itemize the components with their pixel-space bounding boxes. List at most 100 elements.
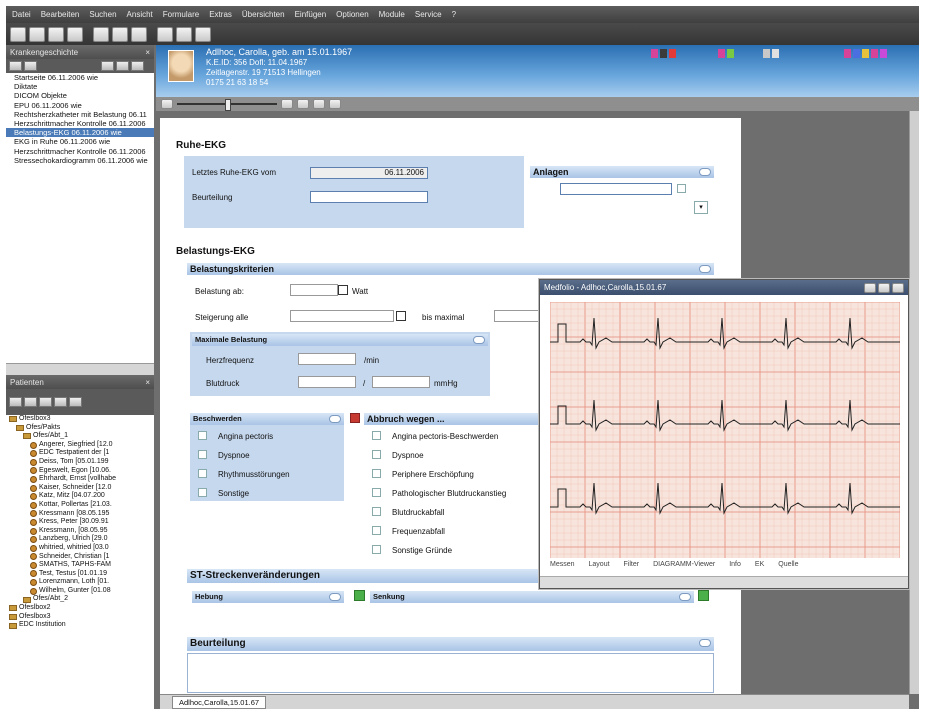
history-item[interactable]: Herzschrittmacher Kontrolle 06.11.2006 <box>6 147 154 156</box>
history-item[interactable]: Rechtsherzkatheter mit Belastung 06.11 <box>6 110 154 119</box>
sort-icon[interactable] <box>116 61 129 71</box>
anlagen-checkbox[interactable] <box>677 184 686 193</box>
new-icon[interactable] <box>10 26 26 42</box>
ecg-toolbar-item[interactable]: DIAGRAMM-Viewer <box>653 561 715 568</box>
zoom-slider[interactable] <box>177 99 277 111</box>
menu-item[interactable]: Übersichten <box>242 10 285 19</box>
maximize-icon[interactable] <box>878 282 890 293</box>
menu-item[interactable]: Ansicht <box>127 10 153 19</box>
tree-node[interactable]: Deiss, Tom [05.01.199 <box>6 458 154 467</box>
beurteilung-textarea[interactable] <box>187 653 714 693</box>
steigerung-field[interactable] <box>290 310 394 322</box>
tree-node[interactable]: Schneider, Christian [1 <box>6 553 154 562</box>
ecg-toolbar-item[interactable]: EK <box>755 561 764 568</box>
tree-node[interactable]: Ofes/Abt_1 <box>6 432 154 441</box>
close-icon[interactable] <box>892 282 904 293</box>
tree-node[interactable]: Kaiser, Schneider [12.0 <box>6 484 154 493</box>
print-preview-icon[interactable] <box>329 99 341 109</box>
belastung-ab-dropdown-icon[interactable] <box>338 285 348 295</box>
color-tag[interactable] <box>772 49 779 58</box>
collapse-icon[interactable] <box>679 593 691 601</box>
tree-node[interactable]: Ofes/Abt_2 <box>6 595 154 604</box>
color-tag[interactable] <box>718 49 725 58</box>
menu-item[interactable]: Formulare <box>163 10 199 19</box>
search-icon[interactable] <box>9 397 22 407</box>
color-tag[interactable] <box>853 49 860 58</box>
tree-node[interactable]: Test, Testus [01.01.19 <box>6 570 154 579</box>
tree-node[interactable]: Ofeslbox3 <box>6 613 154 622</box>
color-tag[interactable] <box>763 49 770 58</box>
delete-icon[interactable] <box>39 397 52 407</box>
anlagen-dropdown-icon[interactable]: ▾ <box>694 201 708 214</box>
forward-icon[interactable] <box>24 61 37 71</box>
document-icon[interactable] <box>176 26 192 42</box>
tree-node[interactable]: whitried, whitried [03.0 <box>6 544 154 553</box>
menu-item[interactable]: Bearbeiten <box>41 10 80 19</box>
beschwerden-checkbox[interactable] <box>198 450 207 459</box>
history-item[interactable]: DICOM Objekte <box>6 91 154 100</box>
menu-item[interactable]: ? <box>452 10 456 19</box>
color-tag[interactable] <box>844 49 851 58</box>
abbruch-checkbox[interactable] <box>372 450 381 459</box>
back-icon[interactable] <box>9 61 22 71</box>
collapse-icon[interactable] <box>329 593 341 601</box>
refresh-icon[interactable] <box>54 397 67 407</box>
beschwerden-checkbox[interactable] <box>198 469 207 478</box>
abbruch-checkbox[interactable] <box>372 431 381 440</box>
blutdruck-systolic-field[interactable] <box>298 376 356 388</box>
abbruch-checkbox[interactable] <box>372 488 381 497</box>
history-item[interactable]: Herzschrittmacher Kontrolle 06.11.2006 <box>6 119 154 128</box>
ecg-toolbar-item[interactable]: Messen <box>550 561 575 568</box>
tree-node[interactable]: Kress, Peter [30.09.91 <box>6 518 154 527</box>
tree-node[interactable]: EDC Testpatient der [1 <box>6 449 154 458</box>
color-tag[interactable] <box>880 49 887 58</box>
beurteilung-field[interactable] <box>310 191 428 203</box>
abbruch-checkbox[interactable] <box>372 469 381 478</box>
collapse-icon[interactable] <box>699 639 711 647</box>
history-item[interactable]: Startseite 06.11.2006 wie <box>6 73 154 82</box>
bis-maximal-field[interactable] <box>494 310 540 322</box>
color-tag[interactable] <box>862 49 869 58</box>
ecg-toolbar-item[interactable]: Info <box>729 561 741 568</box>
collapse-icon[interactable] <box>699 265 711 273</box>
menu-item[interactable]: Datei <box>12 10 31 19</box>
tree-node[interactable]: Katz, Mitz [04.07.200 <box>6 492 154 501</box>
fit-width-icon[interactable] <box>313 99 325 109</box>
tree-node[interactable]: Ofeslbox3 <box>6 415 154 424</box>
belastung-ab-field[interactable] <box>290 284 338 296</box>
color-tag[interactable] <box>651 49 658 58</box>
close-icon[interactable]: × <box>145 48 150 57</box>
save-icon[interactable] <box>48 26 64 42</box>
tree-node[interactable]: Kressmann [08.05.195 <box>6 510 154 519</box>
menu-item[interactable]: Einfügen <box>295 10 327 19</box>
belastungskriterien-bar[interactable]: Belastungskriterien <box>187 263 714 275</box>
history-scrollbar[interactable] <box>6 363 154 375</box>
menu-item[interactable]: Module <box>379 10 405 19</box>
tree-node[interactable]: Egeswelt, Egon [10.06. <box>6 467 154 476</box>
minimize-icon[interactable] <box>864 282 876 293</box>
color-tag[interactable] <box>669 49 676 58</box>
color-tag[interactable] <box>660 49 667 58</box>
menu-item[interactable]: Suchen <box>89 10 116 19</box>
add-icon[interactable] <box>24 397 37 407</box>
zoom-out-icon[interactable] <box>161 99 173 109</box>
beschwerden-bar[interactable]: Beschwerden <box>190 413 344 425</box>
print-icon[interactable] <box>67 26 83 42</box>
ecg-toolbar-item[interactable]: Layout <box>589 561 610 568</box>
history-item[interactable]: EPU 06.11.2006 wie <box>6 101 154 110</box>
blutdruck-diastolic-field[interactable] <box>372 376 430 388</box>
tree-node[interactable]: Ofes/Pakts <box>6 424 154 433</box>
tree-node[interactable]: Kottar, Pollertas [21.03. <box>6 501 154 510</box>
document-scrollbar[interactable] <box>909 111 919 694</box>
beschwerden-checkbox[interactable] <box>198 488 207 497</box>
color-tag[interactable] <box>871 49 878 58</box>
tree-node[interactable]: Lanzberg, Ulrich [29.0 <box>6 535 154 544</box>
anlagen-bar[interactable]: Anlagen <box>530 166 714 178</box>
tree-node[interactable]: Lorenzmann, Loth [01. <box>6 578 154 587</box>
history-item[interactable]: EKG in Ruhe 06.11.2006 wie <box>6 137 154 146</box>
open-icon[interactable] <box>29 26 45 42</box>
history-item[interactable]: Stressechokardiogramm 06.11.2006 wie <box>6 156 154 165</box>
color-tag[interactable] <box>727 49 734 58</box>
steigerung-dropdown-icon[interactable] <box>396 311 406 321</box>
abbruch-checkbox[interactable] <box>372 545 381 554</box>
